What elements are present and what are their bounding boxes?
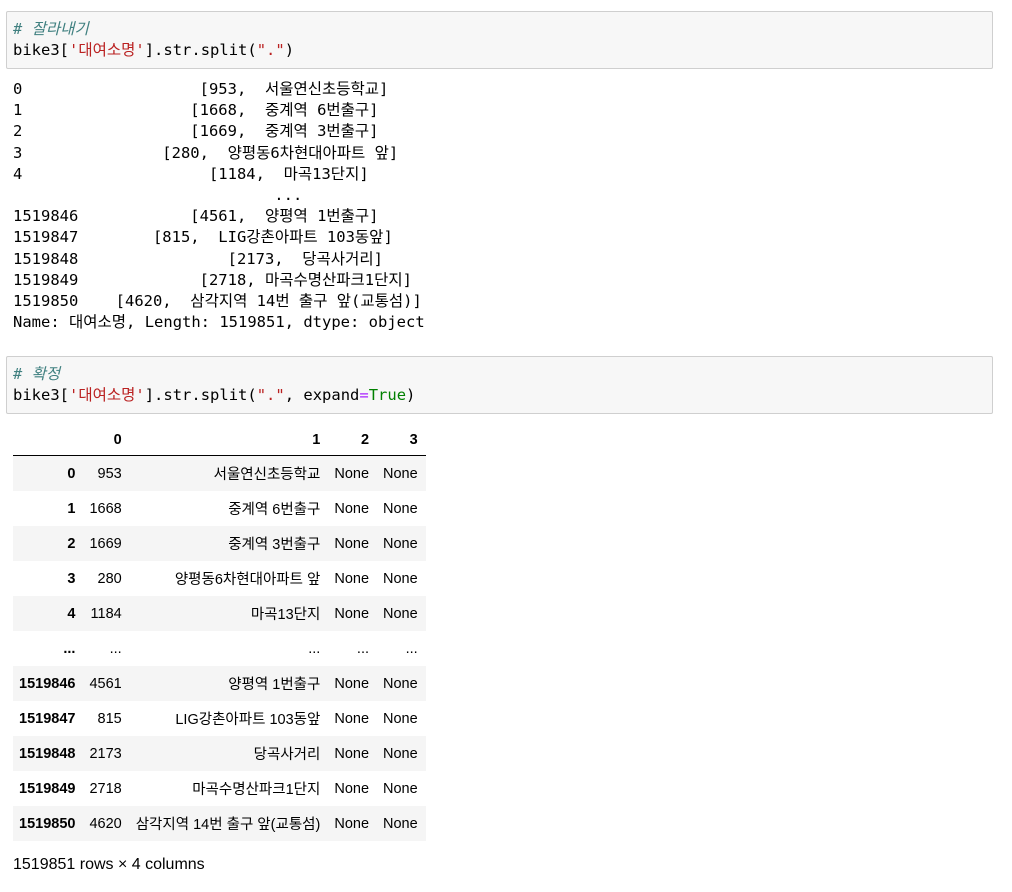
table-cell: 삼각지역 14번 출구 앞(교통섬) [135, 817, 321, 833]
table-row: 1519847 815 LIG강촌아파트 103동앞 None None [13, 701, 426, 736]
column-header-2: 2 [328, 425, 378, 456]
table-cell: None [334, 745, 370, 762]
table-row: 1519850 4620 삼각지역 14번 출구 앞(교통섬) None None [13, 806, 426, 841]
code-token-equals: = [359, 386, 369, 404]
code-cell-split[interactable]: # 잘라내기 bike3['대여소명'].str.split(".") [6, 11, 993, 69]
table-cell: None [334, 535, 370, 552]
table-cell: 280 [97, 570, 122, 587]
table-cell: 2173 [89, 745, 122, 762]
table-cell: 4620 [89, 815, 122, 832]
table-row: 1519846 4561 양평역 1번출구 None None [13, 666, 426, 701]
code-token-close: ) [406, 386, 416, 404]
column-header-3: 3 [377, 425, 426, 456]
code-token-method: ].str.split( [144, 386, 257, 404]
row-index: 4 [67, 605, 76, 622]
table-cell: None [334, 605, 370, 622]
code-token-string: '대여소명' [69, 41, 145, 59]
table-cell: 중계역 3번출구 [228, 537, 321, 553]
code-comment: # 잘라내기 [13, 20, 89, 38]
code-token-object: bike3[ [13, 41, 69, 59]
table-row: 1519849 2718 마곡수명산파크1단지 None None [13, 771, 426, 806]
table-cell: 4561 [89, 675, 122, 692]
table-row: 3 280 양평동6차현대아파트 앞 None None [13, 561, 426, 596]
code-token-close: ) [284, 41, 295, 59]
code-token-kwarg: , expand [284, 386, 360, 404]
code-statement-line: bike3['대여소명'].str.split(".") [13, 40, 992, 61]
table-cell: LIG강촌아파트 103동앞 [175, 712, 321, 728]
table-cell: None [383, 605, 418, 622]
table-cell: 1669 [89, 535, 122, 552]
table-cell: ... [356, 640, 370, 657]
row-index: 0 [67, 465, 76, 482]
table-cell: 2718 [89, 780, 122, 797]
table-cell: None [383, 675, 418, 692]
table-cell: None [383, 535, 418, 552]
table-cell: 당곡사거리 [253, 747, 321, 763]
code-token-arg: "." [256, 386, 285, 404]
dataframe-body: 0 953 서울연신초등학교 None None 1 1668 중계역 6번출구 None Non… [13, 455, 426, 841]
table-row: 0 953 서울연신초등학교 None None [13, 455, 426, 491]
table-cell: None [383, 710, 418, 727]
code-token-method: ].str.split( [144, 41, 257, 59]
table-cell: ... [405, 640, 418, 657]
table-cell: None [334, 780, 370, 797]
code-token-arg: "." [256, 41, 285, 59]
code-cell-expand[interactable]: # 확정 bike3['대여소명'].str.split(".", expand… [6, 356, 993, 414]
row-index: 1519850 [19, 815, 76, 832]
row-index: 1519846 [19, 675, 76, 692]
series-output: 0 [953, 서울연신초등학교] 1 [1668, 중계역 6번출구] 2 [… [13, 80, 425, 332]
dataframe-header: 0 1 2 3 [13, 425, 426, 456]
table-cell: None [334, 500, 370, 517]
table-cell: None [383, 570, 418, 587]
table-cell: None [383, 780, 418, 797]
column-header-index [13, 425, 84, 456]
table-cell: None [334, 815, 370, 832]
row-index: 3 [67, 570, 76, 587]
header-row: 0 1 2 3 [13, 425, 426, 456]
table-row: ............... [13, 631, 426, 666]
table-cell: None [334, 710, 370, 727]
table-cell: None [334, 675, 370, 692]
table-cell: ... [109, 640, 122, 657]
table-row: 2 1669 중계역 3번출구 None None [13, 526, 426, 561]
table-cell: 마곡13단지 [250, 607, 321, 623]
table-cell: 953 [97, 465, 122, 482]
column-header-0: 0 [83, 425, 130, 456]
table-row: 1 1668 중계역 6번출구 None None [13, 491, 426, 526]
code-token-object: bike3[ [13, 386, 69, 404]
dataframe-table: 0 1 2 3 0 953 서울연신초등학교 None None 1 1668 중계역 6번출… [13, 425, 426, 841]
table-cell: None [334, 465, 370, 482]
table-cell: None [383, 465, 418, 482]
table-cell: 마곡수명산파크1단지 [192, 782, 321, 798]
column-header-1: 1 [129, 425, 329, 456]
dataframe-shape: 1519851 rows × 4 columns [13, 856, 205, 873]
code-statement-line: bike3['대여소명'].str.split(".", expand=True… [13, 385, 992, 406]
row-index: 1519848 [19, 745, 76, 762]
row-index: 2 [67, 535, 76, 552]
row-index: 1 [67, 500, 76, 517]
row-index: 1519847 [19, 710, 76, 727]
table-cell: None [383, 745, 418, 762]
table-cell: 중계역 6번출구 [228, 502, 321, 518]
table-cell: 815 [97, 710, 122, 727]
table-cell: 양평동6차현대아파트 앞 [174, 572, 321, 588]
code-token-string: '대여소명' [69, 386, 145, 404]
row-index: 1519849 [19, 780, 76, 797]
table-cell: None [383, 815, 418, 832]
table-row: 1519848 2173 당곡사거리 None None [13, 736, 426, 771]
code-comment-line: # 확정 [13, 364, 992, 385]
table-cell: 양평역 1번출구 [228, 677, 321, 693]
table-cell: ... [308, 640, 321, 657]
table-cell: None [383, 500, 418, 517]
code-comment: # 확정 [13, 365, 61, 383]
table-cell: 1184 [90, 605, 122, 622]
code-comment-line: # 잘라내기 [13, 19, 992, 40]
table-row: 4 1184 마곡13단지 None None [13, 596, 426, 631]
row-index: ... [63, 640, 76, 657]
table-cell: 서울연신초등학교 [213, 467, 321, 483]
code-token-true: True [368, 386, 407, 404]
table-cell: None [334, 570, 370, 587]
table-cell: 1668 [89, 500, 122, 517]
